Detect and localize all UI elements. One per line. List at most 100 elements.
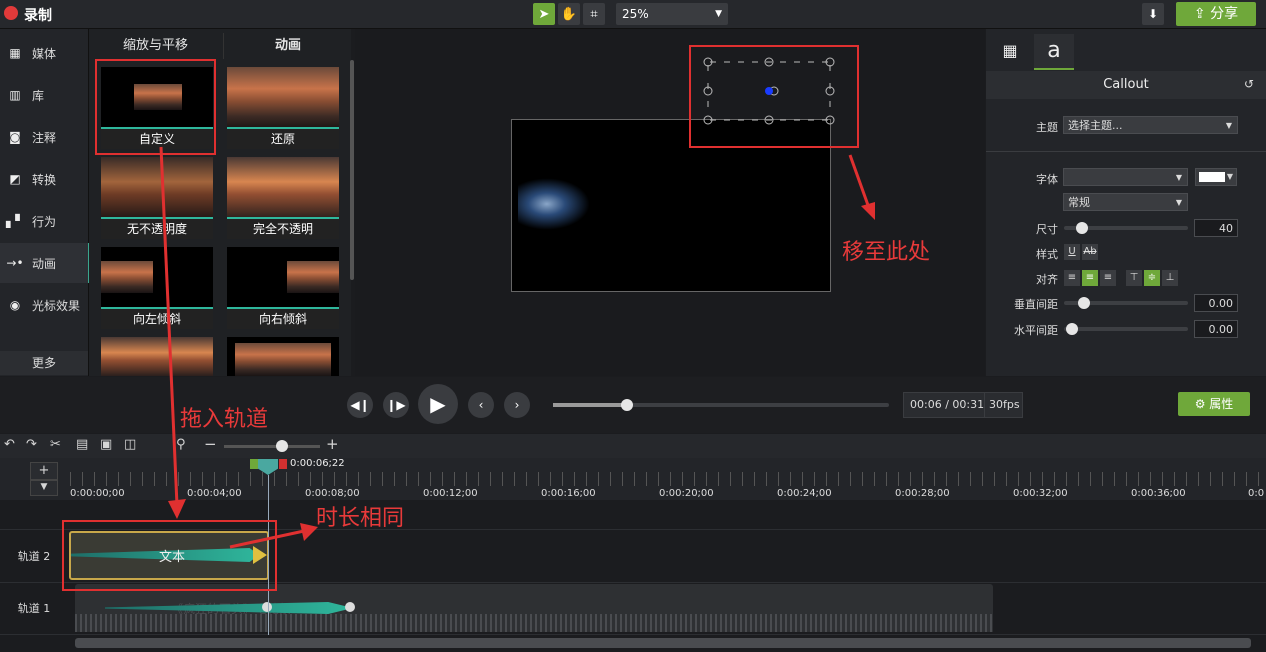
sidebar-item-animation[interactable]: →• 动画 <box>0 243 90 283</box>
add-track-icon[interactable]: + <box>30 462 58 480</box>
divider <box>986 151 1266 152</box>
timeline-zoom-slider[interactable] <box>224 445 320 448</box>
tab-text-props[interactable]: a <box>1034 34 1074 70</box>
sidebar-item-transition[interactable]: ◩ 转换 <box>0 159 88 199</box>
out-marker[interactable] <box>279 459 287 469</box>
callout-icon: ◙ <box>9 130 21 144</box>
sidebar-item-callout[interactable]: ◙ 注释 <box>0 117 88 157</box>
font-style-select[interactable]: 常规 ▼ <box>1063 193 1188 211</box>
align-label: 对齐 <box>1036 273 1058 286</box>
font-select[interactable]: ▼ <box>1063 168 1188 186</box>
film-icon: ▦ <box>1002 41 1018 60</box>
video-clip[interactable]: 《疯狂的石头》吧花絮 <box>75 584 993 632</box>
tab-animation[interactable]: 动画 <box>223 33 352 59</box>
gear-icon: ⚙ <box>1194 397 1206 411</box>
thumb-restore[interactable]: 还原 <box>227 67 339 149</box>
thumbnail-image <box>287 261 339 293</box>
hspace-slider-knob[interactable] <box>1066 323 1078 335</box>
thumbnail-image <box>101 261 153 293</box>
redo-icon[interactable]: ↷ <box>26 437 37 452</box>
zoom-select[interactable]: 25% ▼ <box>616 3 728 25</box>
copy-icon[interactable]: ▤ <box>76 437 88 452</box>
timeline-zoom-knob[interactable] <box>276 440 288 452</box>
align-bottom-icon[interactable]: ⊥ <box>1162 270 1178 286</box>
step-forward-icon[interactable]: ❙▶ <box>383 392 409 418</box>
thumbnail-image <box>227 67 339 129</box>
scrub-bar[interactable] <box>553 403 889 407</box>
align-top-icon[interactable]: ⊤ <box>1126 270 1142 286</box>
track2-label[interactable]: 轨道 2 <box>0 548 68 564</box>
font-label: 字体 <box>1036 173 1058 186</box>
animation-point[interactable] <box>345 602 355 612</box>
prev-icon[interactable]: ‹ <box>468 392 494 418</box>
animation-point[interactable] <box>262 602 272 612</box>
tick-label: 0:0 <box>1248 488 1265 499</box>
theme-select[interactable]: 选择主题... ▼ <box>1063 116 1238 134</box>
select-tool-icon[interactable]: ➤ <box>533 3 555 25</box>
sidebar-item-library[interactable]: ▥ 库 <box>0 75 88 115</box>
divider <box>0 634 1266 635</box>
props-title: Callout <box>1103 77 1149 92</box>
align-center-icon[interactable]: ≡ <box>1082 270 1098 286</box>
film-icon: ▦ <box>9 46 21 60</box>
time-display: 00:06 / 00:31 30fps <box>903 392 1023 418</box>
zoom-out-icon[interactable]: − <box>204 435 217 453</box>
properties-button[interactable]: ⚙ 属性 <box>1178 392 1250 416</box>
sidebar-item-behavior[interactable]: ▖▘ 行为 <box>0 201 88 241</box>
cut-icon[interactable]: ✂ <box>50 437 61 452</box>
align-right-icon[interactable]: ≡ <box>1100 270 1116 286</box>
reset-icon[interactable]: ↺ <box>1244 77 1254 91</box>
scrub-knob[interactable] <box>621 399 633 411</box>
in-marker[interactable] <box>250 459 258 469</box>
library-scrollbar[interactable] <box>350 60 354 280</box>
highlight-box <box>95 59 216 155</box>
align-middle-icon[interactable]: ≑ <box>1144 270 1160 286</box>
undo-icon[interactable]: ↶ <box>4 437 15 452</box>
hspace-value[interactable]: 0.00 <box>1194 320 1238 338</box>
timeline-scrollbar[interactable] <box>75 638 1251 648</box>
text-color-picker[interactable]: ▼ <box>1195 168 1237 186</box>
thumb-more-2[interactable] <box>227 337 339 376</box>
split-icon[interactable]: ◫ <box>124 437 136 452</box>
vspace-value[interactable]: 0.00 <box>1194 294 1238 312</box>
pan-tool-icon[interactable]: ✋ <box>558 3 580 25</box>
record-label[interactable]: 录制 <box>24 5 52 25</box>
thumb-tilt-right[interactable]: 向右倾斜 <box>227 247 339 329</box>
zoom-in-icon[interactable]: + <box>326 435 339 453</box>
tab-visual-props[interactable]: ▦ <box>990 34 1030 68</box>
collapse-icon[interactable]: ▼ <box>30 480 58 496</box>
thumb-full-opacity[interactable]: 完全不透明 <box>227 157 339 239</box>
sidebar-item-cursor[interactable]: ◉ 光标效果 <box>0 285 88 325</box>
play-icon[interactable]: ▶ <box>418 384 458 424</box>
sidebar-item-media[interactable]: ▦ 媒体 <box>0 33 88 73</box>
size-slider-knob[interactable] <box>1076 222 1088 234</box>
tab-zoom-pan[interactable]: 缩放与平移 <box>89 33 222 59</box>
transition-icon: ◩ <box>9 172 21 186</box>
library-icon: ▥ <box>9 88 21 102</box>
paste-icon[interactable]: ▣ <box>100 437 112 452</box>
same-duration-arrow <box>229 523 318 549</box>
drag-arrow <box>159 146 186 519</box>
crop-tool-icon[interactable]: ⌗ <box>583 3 605 25</box>
ruler-ticks <box>70 472 1266 486</box>
step-back-icon[interactable]: ◀❙ <box>347 392 373 418</box>
more-button[interactable]: 更多 <box>0 351 88 375</box>
record-icon[interactable] <box>4 6 18 20</box>
download-button[interactable]: ⬇ <box>1142 3 1164 25</box>
size-value[interactable]: 40 <box>1194 219 1238 237</box>
share-button[interactable]: ⇪ 分享 <box>1176 2 1256 26</box>
same-duration-annotation: 时长相同 <box>316 506 405 531</box>
track1-label[interactable]: 轨道 1 <box>0 600 68 616</box>
align-left-icon[interactable]: ≡ <box>1064 270 1080 286</box>
vspace-slider-knob[interactable] <box>1078 297 1090 309</box>
tick-label: 0:00:36;00 <box>1131 488 1186 499</box>
sidebar: ▦ 媒体 ▥ 库 ◙ 注释 ◩ 转换 ▖▘ 行为 →• 动画 ◉ 光标效果 更多 <box>0 29 90 376</box>
underline-icon[interactable]: U <box>1064 244 1080 260</box>
next-icon[interactable]: › <box>504 392 530 418</box>
tick-label: 0:00:12;00 <box>423 488 478 499</box>
behavior-icon: ▖▘ <box>6 214 25 228</box>
scrub-progress <box>553 403 628 407</box>
strikethrough-icon[interactable]: Ab <box>1082 244 1098 260</box>
tick-label: 0:00:08;00 <box>305 488 360 499</box>
hspace-slider[interactable] <box>1064 327 1188 331</box>
